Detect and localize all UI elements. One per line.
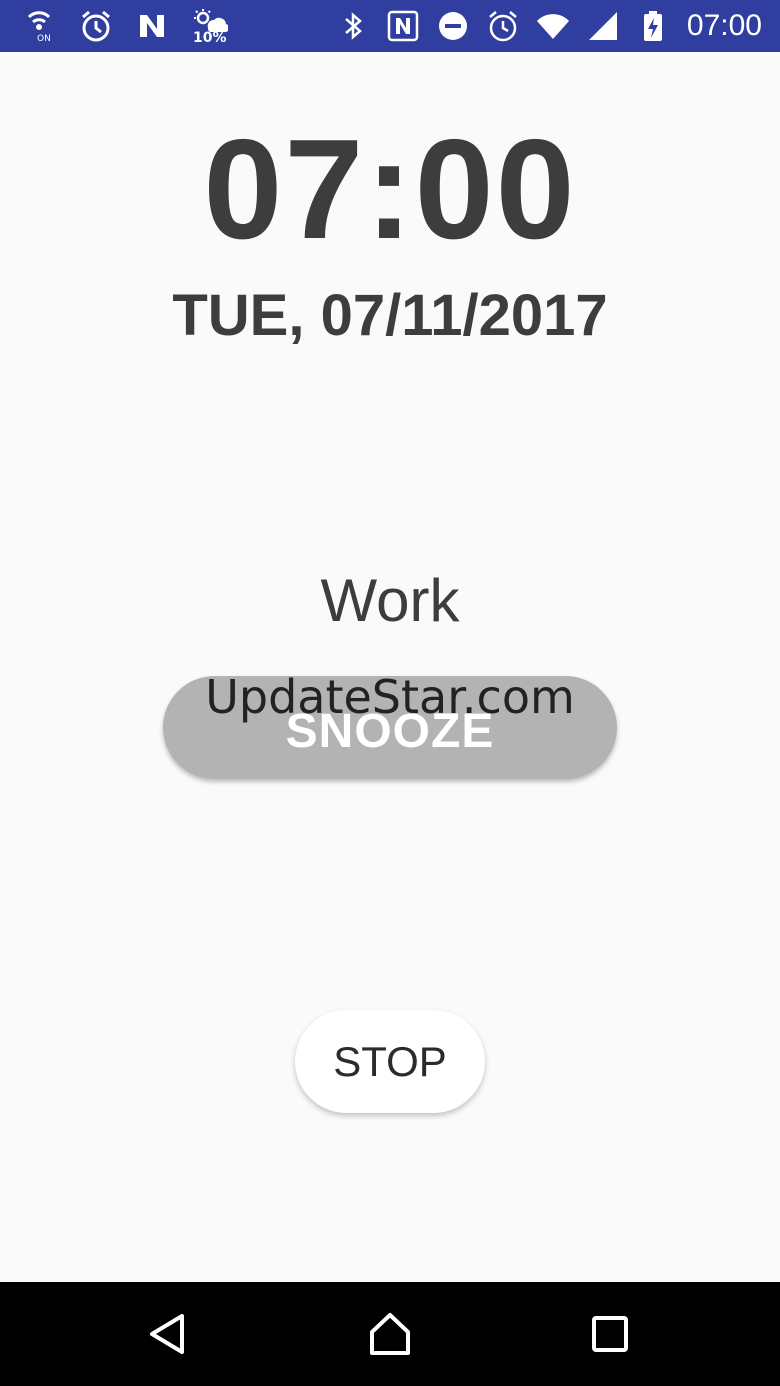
wifi-icon	[535, 8, 571, 44]
navigation-bar	[0, 1282, 780, 1386]
status-bar-right: 07:00	[335, 8, 762, 44]
snooze-button[interactable]: SNOOZE	[163, 676, 617, 779]
signal-icon	[585, 8, 621, 44]
clock-date: TUE, 07/11/2017	[172, 283, 608, 348]
stop-button[interactable]: STOP	[295, 1010, 485, 1113]
status-bar-left: ON 10%	[22, 4, 230, 48]
weather-icon: 10%	[190, 4, 230, 48]
recents-icon[interactable]	[570, 1294, 650, 1374]
nfc-icon	[385, 8, 421, 44]
n-app-icon	[134, 8, 170, 44]
status-bar-time: 07:00	[686, 9, 762, 42]
alarm-icon	[485, 8, 521, 44]
alarm-clock-icon	[78, 8, 114, 44]
svg-text:ON: ON	[37, 34, 51, 43]
weather-percent: 10%	[193, 30, 227, 46]
status-bar: ON 10% 07:00	[0, 0, 780, 52]
alarm-label: Work	[320, 567, 460, 634]
home-icon[interactable]	[350, 1294, 430, 1374]
battery-charging-icon	[635, 8, 671, 44]
back-icon[interactable]	[130, 1294, 210, 1374]
bluetooth-icon	[335, 8, 371, 44]
clock-time: 07:00	[203, 110, 577, 269]
wifi-calling-icon: ON	[22, 8, 58, 44]
do-not-disturb-icon	[435, 8, 471, 44]
